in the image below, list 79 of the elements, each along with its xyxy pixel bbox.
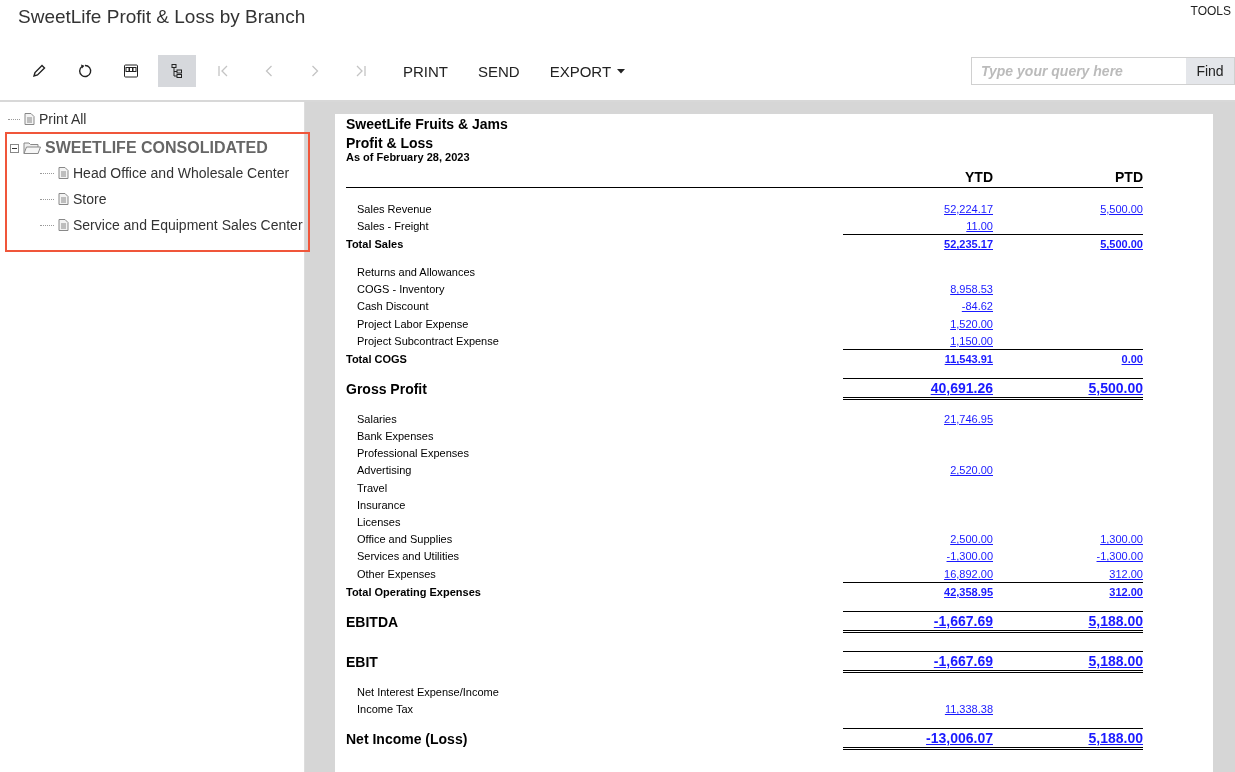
amount-link[interactable]: 16,892.00 bbox=[944, 567, 993, 580]
document-icon bbox=[58, 193, 69, 205]
amount-link[interactable]: 5,188.00 bbox=[1088, 729, 1143, 746]
amount-link[interactable]: -13,006.07 bbox=[926, 729, 993, 746]
page-title: SweetLife Profit & Loss by Branch bbox=[18, 6, 306, 29]
amount-link[interactable]: 312.00 bbox=[1109, 567, 1143, 580]
toolbar-action-button[interactable]: PRINT bbox=[395, 56, 456, 86]
amount-link[interactable]: 1,520.00 bbox=[950, 317, 993, 330]
amount-link[interactable]: 0.00 bbox=[1121, 353, 1143, 366]
tree-item[interactable]: Store bbox=[73, 191, 107, 207]
caret-icon bbox=[617, 68, 626, 74]
amount-link[interactable]: 52,235.17 bbox=[944, 238, 993, 251]
column-header: PTD bbox=[1114, 169, 1143, 185]
tree-button[interactable] bbox=[158, 55, 196, 87]
report-date: As of February 28, 2023 bbox=[346, 151, 471, 163]
row-label: Project Labor Expense bbox=[356, 317, 470, 330]
row-label: Gross Profit bbox=[346, 381, 428, 398]
row-label: Income Tax bbox=[356, 702, 415, 715]
row-label: Sales Revenue bbox=[356, 202, 433, 215]
amount-link[interactable]: 2,520.00 bbox=[950, 464, 993, 477]
amount-link[interactable]: -1,667.69 bbox=[933, 653, 993, 670]
amount-link[interactable]: -1,300.00 bbox=[946, 550, 993, 563]
tree-item[interactable]: SWEETLIFE CONSOLIDATED bbox=[45, 139, 268, 157]
amount-link[interactable]: 42,358.95 bbox=[944, 586, 993, 599]
row-label: Total COGS bbox=[346, 352, 408, 365]
row-label: Project Subcontract Expense bbox=[356, 334, 500, 347]
collapse-icon[interactable] bbox=[10, 143, 19, 153]
amount-link[interactable]: 312.00 bbox=[1109, 586, 1143, 599]
tree-item[interactable]: Print All bbox=[39, 111, 87, 127]
row-label: Services and Utilities bbox=[356, 550, 461, 563]
column-header: YTD bbox=[964, 169, 993, 185]
amount-link[interactable]: -84.62 bbox=[961, 300, 993, 313]
row-label: Cash Discount bbox=[356, 300, 430, 313]
tree-item[interactable]: Head Office and Wholesale Center bbox=[73, 165, 290, 181]
report-name: Profit & Loss bbox=[346, 135, 435, 151]
amount-link[interactable]: 8,958.53 bbox=[950, 283, 993, 296]
row-label: EBIT bbox=[346, 654, 379, 671]
amount-link[interactable]: 52,224.17 bbox=[944, 202, 993, 215]
tools-link[interactable]: TOOLS bbox=[1190, 4, 1231, 42]
amount-link[interactable]: 21,746.95 bbox=[944, 412, 993, 425]
row-label: Bank Expenses bbox=[356, 430, 435, 443]
amount-link[interactable]: 1,150.00 bbox=[950, 334, 993, 347]
row-label: Total Operating Expenses bbox=[346, 585, 482, 598]
row-label: Insurance bbox=[356, 498, 407, 511]
row-label: Net Income (Loss) bbox=[346, 730, 469, 747]
document-icon bbox=[24, 113, 35, 125]
company-name: SweetLife Fruits & Jams bbox=[346, 116, 509, 132]
amount-link[interactable]: 5,188.00 bbox=[1088, 613, 1143, 630]
amount-link[interactable]: 11,338.38 bbox=[944, 702, 993, 715]
amount-link[interactable]: 5,500.00 bbox=[1100, 238, 1143, 251]
tree-item[interactable]: Service and Equipment Sales Center bbox=[73, 217, 303, 233]
document-icon bbox=[58, 167, 69, 179]
row-label: Office and Supplies bbox=[356, 533, 454, 546]
row-label: Other Expenses bbox=[356, 567, 437, 580]
document-icon bbox=[58, 219, 69, 231]
row-label: Net Interest Expense/Income bbox=[356, 685, 500, 698]
row-label: Salaries bbox=[356, 412, 398, 425]
row-label: Professional Expenses bbox=[356, 447, 470, 460]
amount-link[interactable]: 5,500.00 bbox=[1088, 380, 1143, 397]
amount-link[interactable]: -1,300.00 bbox=[1096, 550, 1143, 563]
toolbar-action-button[interactable]: EXPORT bbox=[541, 56, 634, 86]
row-label: Total Sales bbox=[346, 237, 405, 250]
amount-link[interactable]: 11,543.91 bbox=[944, 353, 993, 366]
amount-link[interactable]: 5,500.00 bbox=[1100, 202, 1143, 215]
amount-link[interactable]: -1,667.69 bbox=[933, 613, 993, 630]
row-label: Sales - Freight bbox=[356, 219, 430, 232]
row-label: Returns and Allowances bbox=[356, 265, 476, 278]
amount-link[interactable]: 11.00 bbox=[966, 219, 993, 232]
row-label: EBITDA bbox=[346, 614, 400, 631]
amount-link[interactable]: 40,691.26 bbox=[930, 380, 993, 397]
amount-link[interactable]: 1,300.00 bbox=[1100, 533, 1143, 546]
amount-link[interactable]: 2,500.00 bbox=[950, 533, 993, 546]
toolbar-action-button[interactable]: SEND bbox=[470, 56, 528, 86]
folder-icon bbox=[23, 141, 41, 155]
row-label: Licenses bbox=[356, 516, 402, 529]
amount-link[interactable]: 5,188.00 bbox=[1088, 653, 1143, 670]
row-label: Travel bbox=[356, 481, 389, 494]
row-label: COGS - Inventory bbox=[356, 283, 446, 296]
row-label: Advertising bbox=[356, 464, 413, 477]
